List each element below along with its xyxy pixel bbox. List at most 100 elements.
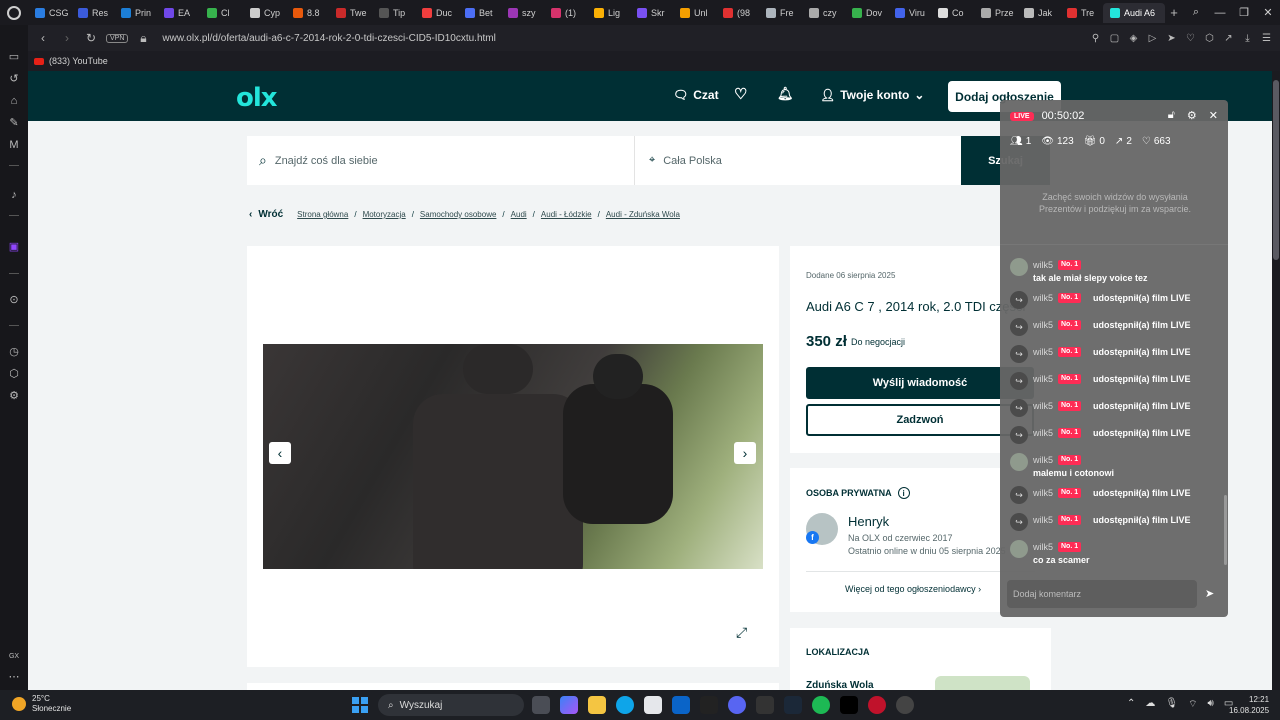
file-explorer-icon[interactable] [588, 696, 606, 714]
breadcrumb-item[interactable]: Audi - Łódzkie [541, 210, 592, 219]
copilot-icon[interactable] [560, 696, 578, 714]
chevron-up-icon[interactable]: ⌃ [1127, 698, 1135, 711]
wifi-icon[interactable]: ⌔ [1188, 698, 1197, 711]
notifications-bell-icon[interactable]: 🔔︎ [777, 86, 794, 102]
share-icon[interactable]: ↗ [1223, 33, 1234, 44]
favorites-heart-icon[interactable]: ♡ [734, 85, 747, 103]
cloud-icon[interactable]: ☁ [1145, 698, 1155, 711]
account-menu[interactable]: 👤︎ Twoje konto ⌄ [820, 88, 924, 102]
page-scrollbar-thumb[interactable] [1273, 80, 1279, 260]
chat-username[interactable]: wilk5 [1033, 347, 1053, 357]
browser-tab[interactable]: Co [931, 3, 974, 23]
close-window-icon[interactable]: ✕ [1256, 6, 1280, 19]
extensions-icon[interactable]: ⬡ [1204, 33, 1215, 44]
opera-menu-icon[interactable] [0, 0, 28, 25]
taskbar-search[interactable]: ⌕ Wyszukaj [378, 694, 524, 716]
browser-tab[interactable]: Tre [1060, 3, 1103, 23]
cube-icon[interactable]: ⬡ [7, 367, 21, 381]
back-icon[interactable]: ‹ [34, 31, 52, 45]
app-icon[interactable] [756, 696, 774, 714]
breadcrumb-item[interactable]: Motoryzacja [363, 210, 406, 219]
chat-username[interactable]: wilk5 [1033, 542, 1053, 552]
start-button-icon[interactable] [352, 697, 368, 713]
bag-icon[interactable]: ⌂ [7, 94, 21, 108]
olx-logo[interactable]: olx [236, 83, 278, 113]
clock[interactable]: 12:21 16.08.2025 [1229, 694, 1269, 716]
volume-icon[interactable]: 🔊︎ [1208, 698, 1214, 711]
next-photo-button[interactable]: › [734, 442, 756, 464]
outlook-icon[interactable] [672, 696, 690, 714]
browser-tab[interactable]: Cyp [243, 3, 286, 23]
chat-link[interactable]: 🗨︎ Czat [673, 88, 719, 102]
chat-username[interactable]: wilk5 [1033, 455, 1053, 465]
browser-tab[interactable]: 8.8 [286, 3, 329, 23]
browser-tab[interactable]: szy [501, 3, 544, 23]
tiktok-icon[interactable] [840, 696, 858, 714]
edge-icon[interactable] [616, 696, 634, 714]
browser-tab[interactable]: Tip [372, 3, 415, 23]
url-field[interactable]: www.olx.pl/d/oferta/audi-a6-c-7-2014-rok… [162, 33, 495, 44]
vpn-badge[interactable]: VPN [106, 33, 129, 43]
browser-tab[interactable]: (1) [544, 3, 587, 23]
tab-active[interactable]: Audi A6 [1103, 2, 1165, 23]
steam-icon[interactable] [784, 696, 802, 714]
twitch-icon[interactable]: ▣ [7, 240, 21, 254]
bookmark-youtube[interactable]: (833) YouTube [49, 56, 108, 66]
chat-username[interactable]: wilk5 [1033, 320, 1053, 330]
chat-username[interactable]: wilk5 [1033, 293, 1053, 303]
chat-username[interactable]: wilk5 [1033, 401, 1053, 411]
browser-tab[interactable]: Twe [329, 3, 372, 23]
browser-tab[interactable]: Duc [415, 3, 458, 23]
breadcrumb-item[interactable]: Audi [511, 210, 527, 219]
player-icon[interactable]: ⊙ [7, 293, 21, 307]
browser-tab[interactable]: Cl [200, 3, 243, 23]
browser-tab[interactable]: Fre [759, 3, 802, 23]
browser-tab[interactable]: Res [71, 3, 114, 23]
seller-name[interactable]: Henryk [848, 514, 889, 529]
unlock-icon[interactable]: 🔓︎ [1168, 109, 1175, 122]
pin-icon[interactable]: ⚲ [1090, 33, 1101, 44]
browser-tab[interactable]: CSG [28, 3, 71, 23]
send-icon[interactable]: ➤ [1166, 33, 1177, 44]
info-icon[interactable]: i [897, 487, 910, 499]
download-icon[interactable]: ⤓ [1242, 33, 1253, 44]
shield-icon[interactable]: ◈ [1128, 33, 1139, 44]
browser-tab[interactable]: Unl [673, 3, 716, 23]
history-icon[interactable]: ↺ [7, 72, 21, 86]
gx-icon[interactable]: GX [7, 650, 21, 664]
car-interior-photo[interactable] [263, 344, 763, 569]
chat-username[interactable]: wilk5 [1033, 428, 1053, 438]
weather-widget[interactable]: 25°C Słonecznie [12, 694, 71, 714]
minimize-icon[interactable]: — [1208, 7, 1232, 19]
browser-tab[interactable]: Viru [888, 3, 931, 23]
browser-tab[interactable]: Bet [458, 3, 501, 23]
browser-tab[interactable]: Prin [114, 3, 157, 23]
spotify-icon[interactable] [812, 696, 830, 714]
prev-photo-button[interactable]: ‹ [269, 442, 291, 464]
chat-username[interactable]: wilk5 [1033, 374, 1053, 384]
breadcrumb-item[interactable]: Samochody osobowe [420, 210, 497, 219]
opera-gx-icon[interactable] [868, 696, 886, 714]
chat-username[interactable]: wilk5 [1033, 488, 1053, 498]
menu-icon[interactable]: ☰ [1261, 33, 1272, 44]
location-input[interactable]: ⌖ Cała Polska [635, 136, 961, 185]
search-input[interactable]: ⌕ Znajdź coś dla siebie [247, 136, 635, 185]
browser-tab[interactable]: Dov [845, 3, 888, 23]
chat-scrollbar[interactable] [1224, 495, 1227, 565]
browser-tab[interactable]: (98 [716, 3, 759, 23]
chat-username[interactable]: wilk5 [1033, 515, 1053, 525]
browser-tab[interactable]: Jak [1017, 3, 1060, 23]
fullscreen-icon[interactable]: ⤢ [736, 624, 747, 641]
settings-icon[interactable]: ⚙ [1187, 109, 1197, 122]
microphone-icon[interactable]: 🎙︎ [1165, 698, 1178, 711]
home-icon[interactable]: ▭ [7, 50, 21, 64]
snapshot-icon[interactable]: ▢ [1109, 33, 1120, 44]
close-icon[interactable]: ✕ [1209, 109, 1218, 122]
comment-input[interactable]: Dodaj komentarz [1007, 580, 1197, 608]
lock-icon[interactable]: 🔒︎ [134, 31, 152, 46]
browser-tab[interactable]: Skr [630, 3, 673, 23]
obs-icon[interactable] [896, 696, 914, 714]
play-icon[interactable]: ▷ [1147, 33, 1158, 44]
notes-icon[interactable]: ✎ [7, 116, 21, 130]
task-view-icon[interactable] [532, 696, 550, 714]
